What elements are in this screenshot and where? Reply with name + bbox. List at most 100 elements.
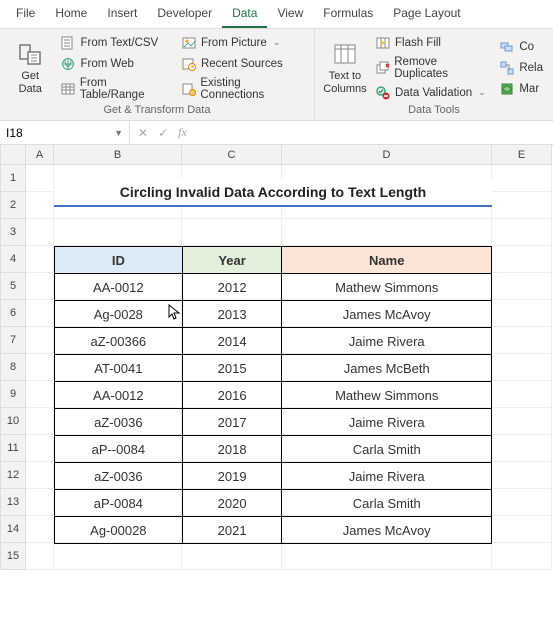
cell-year[interactable]: 2020 — [182, 490, 282, 517]
tab-pagelayout[interactable]: Page Layout — [383, 0, 470, 28]
data-validation-icon — [375, 85, 391, 101]
select-all-corner[interactable] — [0, 145, 26, 165]
cell-id[interactable]: Ag-00028 — [55, 517, 183, 544]
cell-id[interactable]: aZ-00366 — [55, 328, 183, 355]
cell-id[interactable]: Ag-0028 — [55, 301, 183, 328]
flash-fill-button[interactable]: Flash Fill — [373, 34, 491, 52]
cell-year[interactable]: 2021 — [182, 517, 282, 544]
row-header[interactable]: 3 — [0, 219, 26, 246]
tab-developer[interactable]: Developer — [147, 0, 222, 28]
cell-year[interactable]: 2016 — [182, 382, 282, 409]
tab-data[interactable]: Data — [222, 0, 267, 28]
row-header[interactable]: 1 — [0, 165, 26, 192]
col-header[interactable]: C — [182, 145, 282, 165]
cell-name[interactable]: James McBeth — [282, 355, 492, 382]
remove-duplicates-icon — [375, 60, 390, 76]
table-header-row: ID Year Name — [55, 247, 492, 274]
from-table-range-button[interactable]: From Table/Range — [58, 76, 172, 102]
relationships-button[interactable]: Rela — [497, 59, 545, 77]
cancel-icon[interactable]: ✕ — [138, 126, 148, 140]
data-validation-button[interactable]: Data Validation⌄ — [373, 84, 491, 102]
tab-formulas[interactable]: Formulas — [313, 0, 383, 28]
row-header[interactable]: 14 — [0, 516, 26, 543]
web-icon — [60, 56, 76, 72]
col-header[interactable]: A — [26, 145, 54, 165]
name-box-input[interactable] — [6, 126, 86, 140]
text-to-columns-button[interactable]: Text to Columns — [323, 33, 367, 102]
cell-year[interactable]: 2015 — [182, 355, 282, 382]
cell-year[interactable]: 2019 — [182, 463, 282, 490]
table-row: Ag-000282021James McAvoy — [55, 517, 492, 544]
row-header[interactable]: 15 — [0, 543, 26, 570]
fx-icon[interactable]: fx — [178, 125, 187, 140]
recent-sources-button[interactable]: Recent Sources — [179, 55, 306, 73]
row-header[interactable]: 4 — [0, 246, 26, 273]
cell-name[interactable]: Jaime Rivera — [282, 328, 492, 355]
cell-name[interactable]: Carla Smith — [282, 490, 492, 517]
relationships-icon — [499, 60, 515, 76]
row-header[interactable]: 2 — [0, 192, 26, 219]
col-header[interactable]: B — [54, 145, 182, 165]
from-web-button[interactable]: From Web — [58, 55, 172, 73]
row-header[interactable]: 5 — [0, 273, 26, 300]
recent-icon — [181, 56, 197, 72]
cell-id[interactable]: aP--0084 — [55, 436, 183, 463]
consolidate-icon — [499, 39, 515, 55]
cell-id[interactable]: AA-0012 — [55, 382, 183, 409]
cell-id[interactable]: aZ-0036 — [55, 409, 183, 436]
table-row: AA-00122012Mathew Simmons — [55, 274, 492, 301]
tab-file[interactable]: File — [6, 0, 45, 28]
manage-data-model-button[interactable]: Mar — [497, 80, 545, 98]
cell-id[interactable]: AA-0012 — [55, 274, 183, 301]
row-header[interactable]: 10 — [0, 408, 26, 435]
row-header[interactable]: 13 — [0, 489, 26, 516]
cell-name[interactable]: Jaime Rivera — [282, 463, 492, 490]
cell-year[interactable]: 2013 — [182, 301, 282, 328]
group-label-get-transform: Get & Transform Data — [8, 102, 306, 118]
row-header[interactable]: 7 — [0, 327, 26, 354]
header-id[interactable]: ID — [55, 247, 183, 274]
formula-bar-row: ▼ ✕ ✓ fx — [0, 121, 553, 145]
cell-name[interactable]: Carla Smith — [282, 436, 492, 463]
table-row: aZ-00362017Jaime Rivera — [55, 409, 492, 436]
remove-duplicates-button[interactable]: Remove Duplicates — [373, 55, 491, 81]
cell-name[interactable]: Mathew Simmons — [282, 274, 492, 301]
get-data-label: Get Data — [19, 70, 42, 94]
cell-year[interactable]: 2018 — [182, 436, 282, 463]
row-header[interactable]: 12 — [0, 462, 26, 489]
cell-year[interactable]: 2012 — [182, 274, 282, 301]
cell-id[interactable]: AT-0041 — [55, 355, 183, 382]
name-box-dropdown-icon[interactable]: ▼ — [114, 128, 123, 138]
consolidate-button[interactable]: Co — [497, 38, 545, 56]
cell-name[interactable]: Jaime Rivera — [282, 409, 492, 436]
tab-insert[interactable]: Insert — [97, 0, 147, 28]
row-header[interactable]: 11 — [0, 435, 26, 462]
get-data-icon — [16, 40, 44, 68]
connections-icon — [181, 81, 196, 97]
tab-view[interactable]: View — [267, 0, 313, 28]
name-box[interactable]: ▼ — [0, 121, 130, 144]
header-year[interactable]: Year — [182, 247, 282, 274]
existing-connections-button[interactable]: Existing Connections — [179, 76, 306, 102]
from-text-csv-button[interactable]: From Text/CSV — [58, 34, 172, 52]
get-data-button[interactable]: Get Data — [8, 33, 52, 102]
cell-name[interactable]: James McAvoy — [282, 301, 492, 328]
row-header[interactable]: 8 — [0, 354, 26, 381]
enter-icon[interactable]: ✓ — [158, 126, 168, 140]
group-label-data-tools: Data Tools — [323, 102, 545, 118]
cell-name[interactable]: James McAvoy — [282, 517, 492, 544]
from-picture-button[interactable]: From Picture⌄ — [179, 34, 306, 52]
ribbon: Get Data From Text/CSV From Web From Tab… — [0, 29, 553, 121]
cell-year[interactable]: 2017 — [182, 409, 282, 436]
row-header[interactable]: 9 — [0, 381, 26, 408]
cell-id[interactable]: aZ-0036 — [55, 463, 183, 490]
tab-home[interactable]: Home — [45, 0, 97, 28]
cell-year[interactable]: 2014 — [182, 328, 282, 355]
col-header[interactable]: E — [492, 145, 552, 165]
grid-area[interactable]: // placeholder script position – actual … — [26, 165, 553, 570]
cell-name[interactable]: Mathew Simmons — [282, 382, 492, 409]
row-header[interactable]: 6 — [0, 300, 26, 327]
header-name[interactable]: Name — [282, 247, 492, 274]
cell-id[interactable]: aP-0084 — [55, 490, 183, 517]
col-header[interactable]: D — [282, 145, 492, 165]
